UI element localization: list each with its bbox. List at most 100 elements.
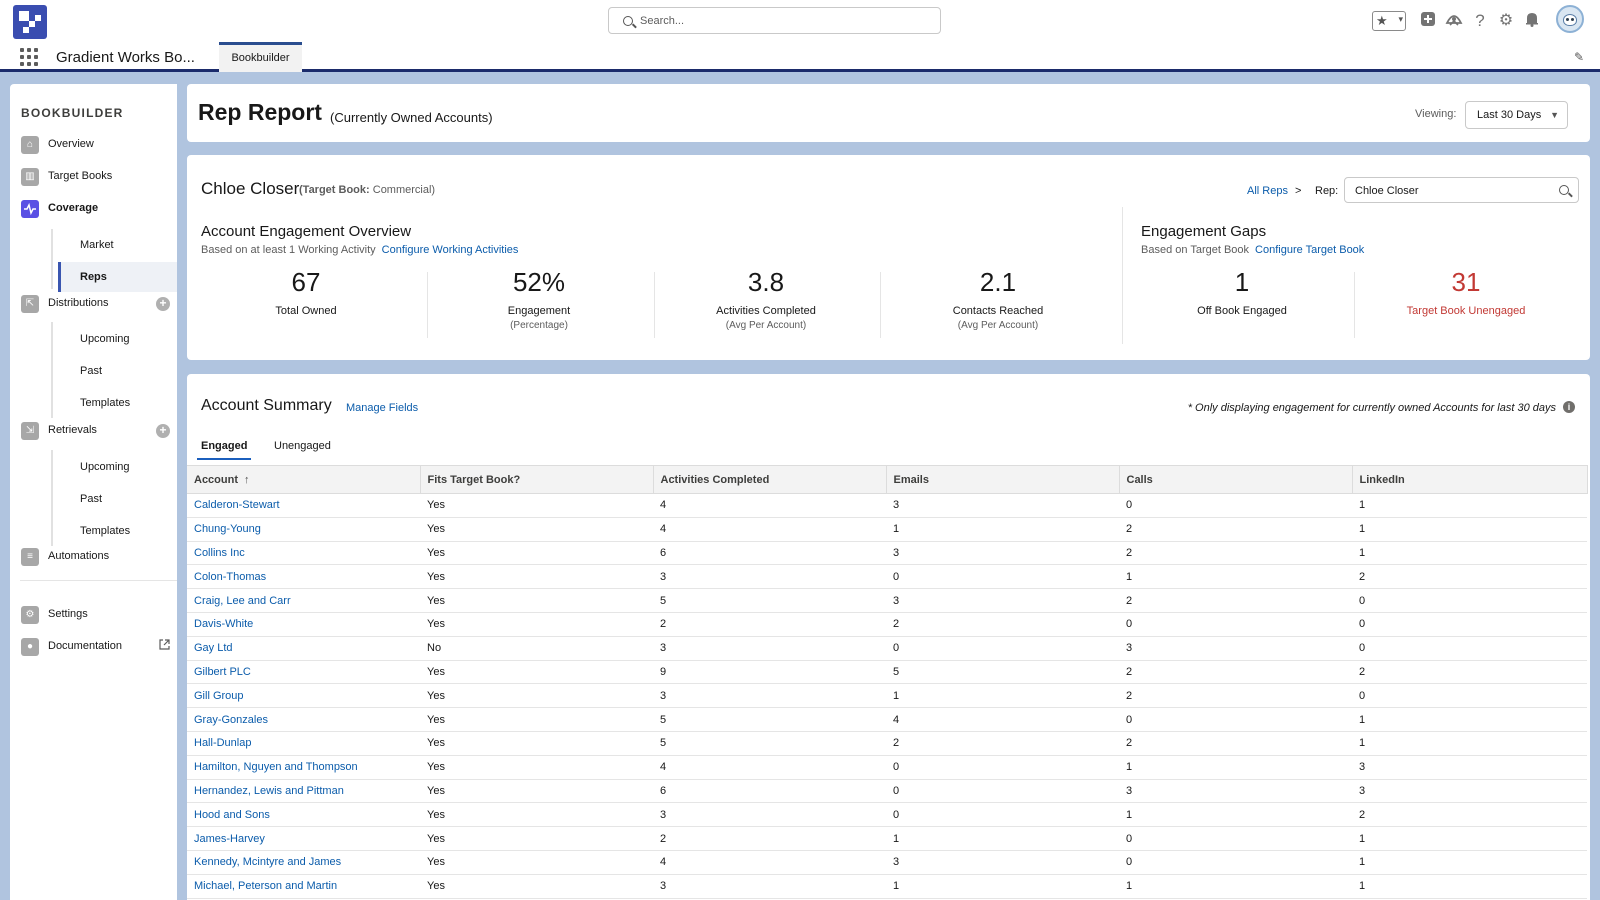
org-logo[interactable]	[13, 5, 47, 39]
table-row: Hood and Sons Yes 3 0 1 2	[187, 802, 1587, 828]
account-link[interactable]: Hood and Sons	[187, 802, 420, 828]
sidebar-subitem-distributions-templates[interactable]: Templates	[58, 388, 177, 418]
viewing-period-value: Last 30 Days	[1477, 109, 1542, 121]
column-header-calls[interactable]: Calls	[1119, 465, 1353, 494]
account-link[interactable]: Gay Ltd	[187, 636, 420, 661]
fits-target-book-cell: Yes	[420, 802, 653, 828]
column-header-activities-completed[interactable]: Activities Completed	[653, 465, 887, 494]
account-link[interactable]: Craig, Lee and Carr	[187, 588, 420, 613]
rep-label: Rep:	[1315, 185, 1339, 197]
add-distribution-icon[interactable]: +	[156, 297, 170, 311]
column-header-fits-target-book[interactable]: Fits Target Book?	[420, 465, 654, 494]
manage-fields-link[interactable]: Manage Fields	[346, 402, 418, 414]
account-link[interactable]: Collins Inc	[187, 541, 420, 566]
sidebar-item-distributions[interactable]: ⇱ Distributions +	[20, 294, 170, 316]
sidebar-subitem-retrievals-past[interactable]: Past	[58, 484, 177, 514]
emails-cell: 5	[886, 660, 1119, 685]
setup-gear-icon[interactable]: ⚙	[1496, 11, 1516, 31]
home-icon: ⌂	[21, 136, 39, 154]
user-avatar[interactable]	[1556, 5, 1584, 33]
sidebar-item-target-books[interactable]: ▥ Target Books	[20, 167, 170, 189]
account-link[interactable]: Kennedy, Mcintyre and James	[187, 850, 420, 875]
emails-cell: 3	[886, 588, 1119, 613]
target-book-prefix: (Target Book:	[299, 184, 370, 196]
fits-target-book-cell: Yes	[420, 874, 653, 899]
tab-unengaged[interactable]: Unengaged	[274, 440, 331, 452]
all-reps-link[interactable]: All Reps	[1247, 185, 1288, 197]
account-link[interactable]: Hamilton, Nguyen and Thompson	[187, 755, 420, 780]
sidebar-subitem-distributions-upcoming[interactable]: Upcoming	[58, 324, 177, 354]
edit-nav-pencil-icon[interactable]: ✎	[1574, 50, 1584, 64]
account-link[interactable]: Chung-Young	[187, 517, 420, 542]
metric-sublabel: (Avg Per Account)	[957, 320, 1039, 331]
favorites-star-icon[interactable]: ★	[1376, 13, 1388, 29]
notification-bell-icon[interactable]	[1522, 11, 1542, 31]
metric-label: Engagement	[507, 305, 571, 317]
sidebar-item-automations[interactable]: ≡ Automations	[20, 547, 170, 569]
sidebar-item-settings[interactable]: ⚙ Settings	[20, 605, 170, 627]
help-icon[interactable]: ?	[1470, 11, 1490, 31]
trailhead-icon[interactable]	[1444, 11, 1464, 31]
table-row: Gray-Gonzales Yes 5 4 0 1	[187, 707, 1587, 732]
sidebar-item-coverage[interactable]: Coverage	[20, 199, 170, 221]
table-row: Calderon-Stewart Yes 4 3 0 1	[187, 493, 1587, 518]
favorites-button-group[interactable]: ★ ▾	[1372, 11, 1406, 31]
app-launcher-icon[interactable]	[20, 48, 38, 66]
engagement-gaps-subtitle: Based on Target Book Configure Target Boo…	[1141, 244, 1364, 256]
account-link[interactable]: James-Harvey	[187, 826, 420, 851]
account-link[interactable]: Calderon-Stewart	[187, 493, 420, 518]
calls-cell: 1	[1119, 874, 1352, 899]
emails-cell: 0	[886, 564, 1119, 590]
viewing-period-select[interactable]: Last 30 Days ▼	[1465, 101, 1568, 129]
table-row: Kennedy, Mcintyre and James Yes 4 3 0 1	[187, 850, 1587, 875]
account-link[interactable]: Gilbert PLC	[187, 660, 420, 685]
activities-completed-cell: 5	[653, 707, 886, 732]
account-link[interactable]: Hernandez, Lewis and Pittman	[187, 779, 420, 804]
metric-value: 31	[1451, 267, 1481, 297]
account-link[interactable]: Hall-Dunlap	[187, 731, 420, 756]
table-row: Gill Group Yes 3 1 2 0	[187, 683, 1587, 709]
engagement-overview-subtitle: Based on at least 1 Working Activity Conf…	[201, 244, 518, 256]
column-header-linkedin[interactable]: LinkedIn	[1352, 465, 1588, 494]
sidebar-subitem-distributions-past[interactable]: Past	[58, 356, 177, 386]
linkedin-cell: 2	[1352, 564, 1587, 590]
sidebar-subitem-market[interactable]: Market	[58, 230, 177, 260]
sidebar-subitem-reps[interactable]: Reps	[58, 262, 177, 292]
add-retrieval-icon[interactable]: +	[156, 424, 170, 438]
table-row: Colon-Thomas Yes 3 0 1 2	[187, 564, 1587, 590]
global-search-input[interactable]	[640, 12, 930, 30]
summary-note: * Only displaying engagement for current…	[1187, 402, 1556, 414]
pulse-icon	[21, 200, 39, 218]
rep-search-field[interactable]	[1344, 177, 1579, 203]
rep-search-input[interactable]	[1355, 182, 1545, 199]
add-icon[interactable]	[1418, 11, 1438, 31]
sidebar-item-overview[interactable]: ⌂ Overview	[20, 135, 170, 157]
tab-engaged[interactable]: Engaged	[196, 440, 252, 460]
account-link[interactable]: Colon-Thomas	[187, 564, 420, 590]
metric-sublabel: (Percentage)	[510, 320, 568, 331]
account-link[interactable]: Gill Group	[187, 683, 420, 709]
account-link[interactable]: Davis-White	[187, 612, 420, 637]
app-nav-bar: Gradient Works Bo... Bookbuilder ✎	[0, 40, 1600, 72]
calls-cell: 0	[1119, 612, 1352, 637]
info-icon[interactable]: i	[1563, 401, 1575, 413]
column-header-emails[interactable]: Emails	[886, 465, 1120, 494]
configure-target-book-link[interactable]: Configure Target Book	[1255, 244, 1364, 256]
tab-bookbuilder[interactable]: Bookbuilder	[219, 42, 302, 72]
fits-target-book-cell: Yes	[420, 660, 653, 685]
sidebar-item-retrievals[interactable]: ⇲ Retrievals +	[20, 421, 170, 443]
column-header-account[interactable]: Account ↑	[187, 465, 421, 494]
metric-value: 1	[1234, 267, 1250, 297]
account-link[interactable]: Michael, Peterson and Martin	[187, 874, 420, 899]
chevron-down-icon[interactable]: ▾	[1398, 14, 1403, 25]
configure-working-activities-link[interactable]: Configure Working Activities	[382, 244, 519, 256]
global-search[interactable]	[608, 7, 941, 34]
metric-label: Activities Completed	[716, 305, 816, 317]
search-icon[interactable]	[1559, 185, 1569, 195]
sidebar-item-documentation[interactable]: ● Documentation	[20, 637, 170, 659]
sidebar-subitem-retrievals-templates[interactable]: Templates	[58, 516, 177, 546]
activities-completed-cell: 3	[653, 636, 886, 661]
account-link[interactable]: Gray-Gonzales	[187, 707, 420, 732]
sort-ascending-icon[interactable]: ↑	[244, 474, 250, 486]
sidebar-subitem-retrievals-upcoming[interactable]: Upcoming	[58, 452, 177, 482]
